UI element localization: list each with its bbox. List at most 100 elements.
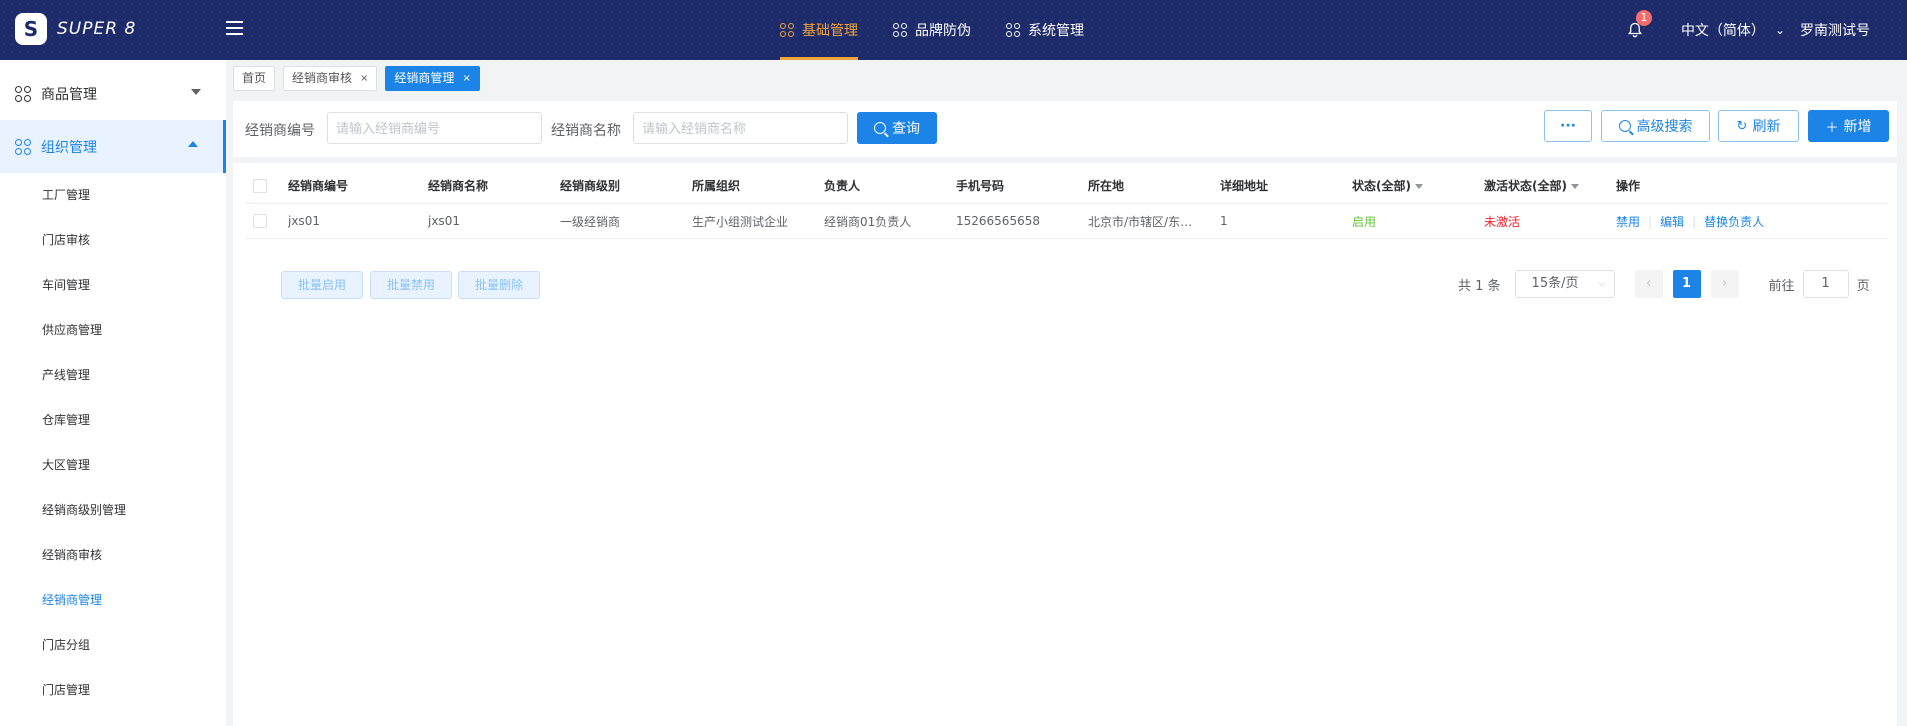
batch-disable-button[interactable]: 批量禁用: [370, 271, 453, 299]
top-nav-basic[interactable]: 基础管理: [770, 0, 868, 60]
top-nav-label: 系统管理: [1028, 23, 1084, 39]
tab-home[interactable]: 首页: [233, 66, 276, 91]
sidebar-item-dealer-manage[interactable]: 经销商管理: [0, 578, 226, 623]
column-header-label: 激活状态(全部): [1484, 179, 1567, 193]
replace-owner-link[interactable]: 替换负责人: [1704, 215, 1764, 229]
disable-link[interactable]: 禁用: [1616, 215, 1640, 229]
refresh-icon: ↻: [1736, 118, 1748, 134]
language-selector[interactable]: 中文（简体）: [1681, 20, 1765, 40]
column-header: 操作: [1616, 179, 1641, 193]
table-header: 经销商编号 经销商名称 经销商级别 所属组织 负责人 手机号码 所在地 详细地址…: [245, 168, 1888, 204]
batch-delete-button[interactable]: 批量删除: [458, 271, 541, 299]
add-button[interactable]: ＋ 新增: [1808, 110, 1889, 142]
user-name[interactable]: 罗南测试号: [1800, 20, 1870, 40]
cell-location: 北京市/市辖区/东…: [1088, 214, 1193, 229]
grid-icon: [15, 138, 31, 155]
goto-prefix: 前往: [1768, 278, 1795, 294]
goto-page-input[interactable]: 1: [1802, 270, 1849, 298]
column-header: 详细地址: [1220, 179, 1269, 193]
plus-icon: ＋: [1825, 120, 1839, 136]
next-page-button[interactable]: ›: [1710, 270, 1739, 298]
tab-label: 经销商审核: [292, 71, 353, 85]
sidebar-group-goods[interactable]: 商品管理: [0, 67, 226, 120]
column-header: 负责人: [824, 179, 861, 193]
advanced-search-label: 高级搜索: [1636, 119, 1693, 135]
cell-code: jxs01: [288, 214, 320, 228]
refresh-label: 刷新: [1752, 119, 1781, 135]
dealer-code-input[interactable]: [327, 112, 542, 144]
sidebar-group-org[interactable]: 组织管理: [0, 120, 226, 173]
column-header: 经销商编号: [288, 179, 349, 193]
menu-collapse-icon[interactable]: [226, 21, 243, 37]
caret-down-icon: [1570, 184, 1579, 189]
chevron-down-icon[interactable]: ⌄: [1775, 23, 1785, 37]
cell-org: 生产小组测试企业: [692, 214, 789, 229]
dealer-code-label: 经销商编号: [245, 123, 315, 139]
pagination: 共 1 条 15条/页 ‹ 1 › 前往 1 页: [1458, 270, 1870, 298]
sidebar-item-store-group[interactable]: 门店分组: [0, 623, 226, 668]
cell-activation: 未激活: [1484, 214, 1521, 229]
activation-filter-header[interactable]: 激活状态(全部): [1484, 177, 1579, 194]
query-button-label: 查询: [892, 120, 920, 136]
query-button[interactable]: 查询: [857, 112, 937, 144]
caret-up-icon: [188, 141, 198, 147]
search-panel: 经销商编号 经销商名称 查询 ··· 高级搜索 ↻ 刷新 ＋ 新增: [233, 101, 1897, 157]
top-nav-brand[interactable]: 品牌防伪: [883, 0, 981, 60]
sidebar: 商品管理 组织管理 工厂管理 门店审核 车间管理 供应商管理 产线管理 仓库管理…: [0, 60, 226, 726]
column-header: 所属组织: [692, 179, 741, 193]
cell-phone: 15266565658: [956, 214, 1040, 228]
header-right: 1 中文（简体） ⌄ 罗南测试号: [1627, 0, 1907, 60]
goto-suffix: 页: [1856, 278, 1870, 294]
column-header: 所在地: [1088, 179, 1125, 193]
logo[interactable]: SUPER 8: [15, 13, 136, 45]
bell-icon[interactable]: 1: [1627, 10, 1652, 38]
cell-status: 启用: [1352, 214, 1377, 229]
total-count: 共 1 条: [1458, 278, 1501, 294]
tab-label: 首页: [242, 71, 267, 85]
top-nav-label: 品牌防伪: [915, 23, 971, 39]
column-header-label: 状态(全部): [1352, 179, 1411, 193]
add-label: 新增: [1843, 119, 1872, 135]
dealer-name-input[interactable]: [633, 112, 848, 144]
select-all-checkbox[interactable]: [253, 178, 267, 193]
search-icon: [874, 122, 886, 134]
caret-down-icon: [1414, 184, 1423, 189]
cell-address: 1: [1220, 214, 1228, 228]
tab-label: 经销商管理: [394, 71, 455, 85]
sidebar-item-dealer-level[interactable]: 经销商级别管理: [0, 488, 226, 533]
advanced-search-button[interactable]: 高级搜索: [1601, 110, 1710, 142]
table-panel: 经销商编号 经销商名称 经销商级别 所属组织 负责人 手机号码 所在地 详细地址…: [233, 163, 1897, 726]
sidebar-group-label: 组织管理: [41, 139, 97, 156]
close-icon[interactable]: ×: [462, 67, 470, 90]
sidebar-item-warehouse[interactable]: 仓库管理: [0, 398, 226, 443]
page-number-1[interactable]: 1: [1672, 270, 1701, 298]
tab-dealer-review[interactable]: 经销商审核 ×: [283, 66, 378, 91]
column-header: 经销商级别: [560, 179, 621, 193]
status-filter-header[interactable]: 状态(全部): [1352, 177, 1423, 194]
prev-page-button[interactable]: ‹: [1634, 270, 1663, 298]
cell-name: jxs01: [428, 214, 460, 228]
top-nav-label: 基础管理: [802, 23, 858, 39]
close-icon[interactable]: ×: [360, 67, 368, 90]
sidebar-item-store-manage[interactable]: 门店管理: [0, 668, 226, 713]
sidebar-item-factory[interactable]: 工厂管理: [0, 173, 226, 218]
sidebar-item-production-line[interactable]: 产线管理: [0, 353, 226, 398]
logo-icon: [15, 13, 47, 45]
top-header: SUPER 8 基础管理 品牌防伪 系统管理 1 中文（简体） ⌄ 罗南测试号: [0, 0, 1907, 60]
edit-link[interactable]: 编辑: [1660, 215, 1684, 229]
page-size-select[interactable]: 15条/页: [1514, 270, 1615, 298]
more-button[interactable]: ···: [1544, 110, 1592, 142]
sidebar-item-workshop[interactable]: 车间管理: [0, 263, 226, 308]
sidebar-item-store-review[interactable]: 门店审核: [0, 218, 226, 263]
sidebar-item-dealer-review[interactable]: 经销商审核: [0, 533, 226, 578]
batch-enable-button[interactable]: 批量启用: [281, 271, 364, 299]
sidebar-item-region[interactable]: 大区管理: [0, 443, 226, 488]
top-nav-system[interactable]: 系统管理: [996, 0, 1094, 60]
tab-dealer-manage[interactable]: 经销商管理 ×: [385, 66, 480, 91]
refresh-button[interactable]: ↻ 刷新: [1718, 110, 1799, 142]
sidebar-item-supplier[interactable]: 供应商管理: [0, 308, 226, 353]
page-tabs: 首页 经销商审核 × 经销商管理 ×: [233, 66, 488, 91]
search-icon: [1618, 120, 1631, 132]
top-nav: 基础管理 品牌防伪 系统管理: [770, 0, 1109, 60]
row-checkbox[interactable]: [253, 214, 267, 228]
